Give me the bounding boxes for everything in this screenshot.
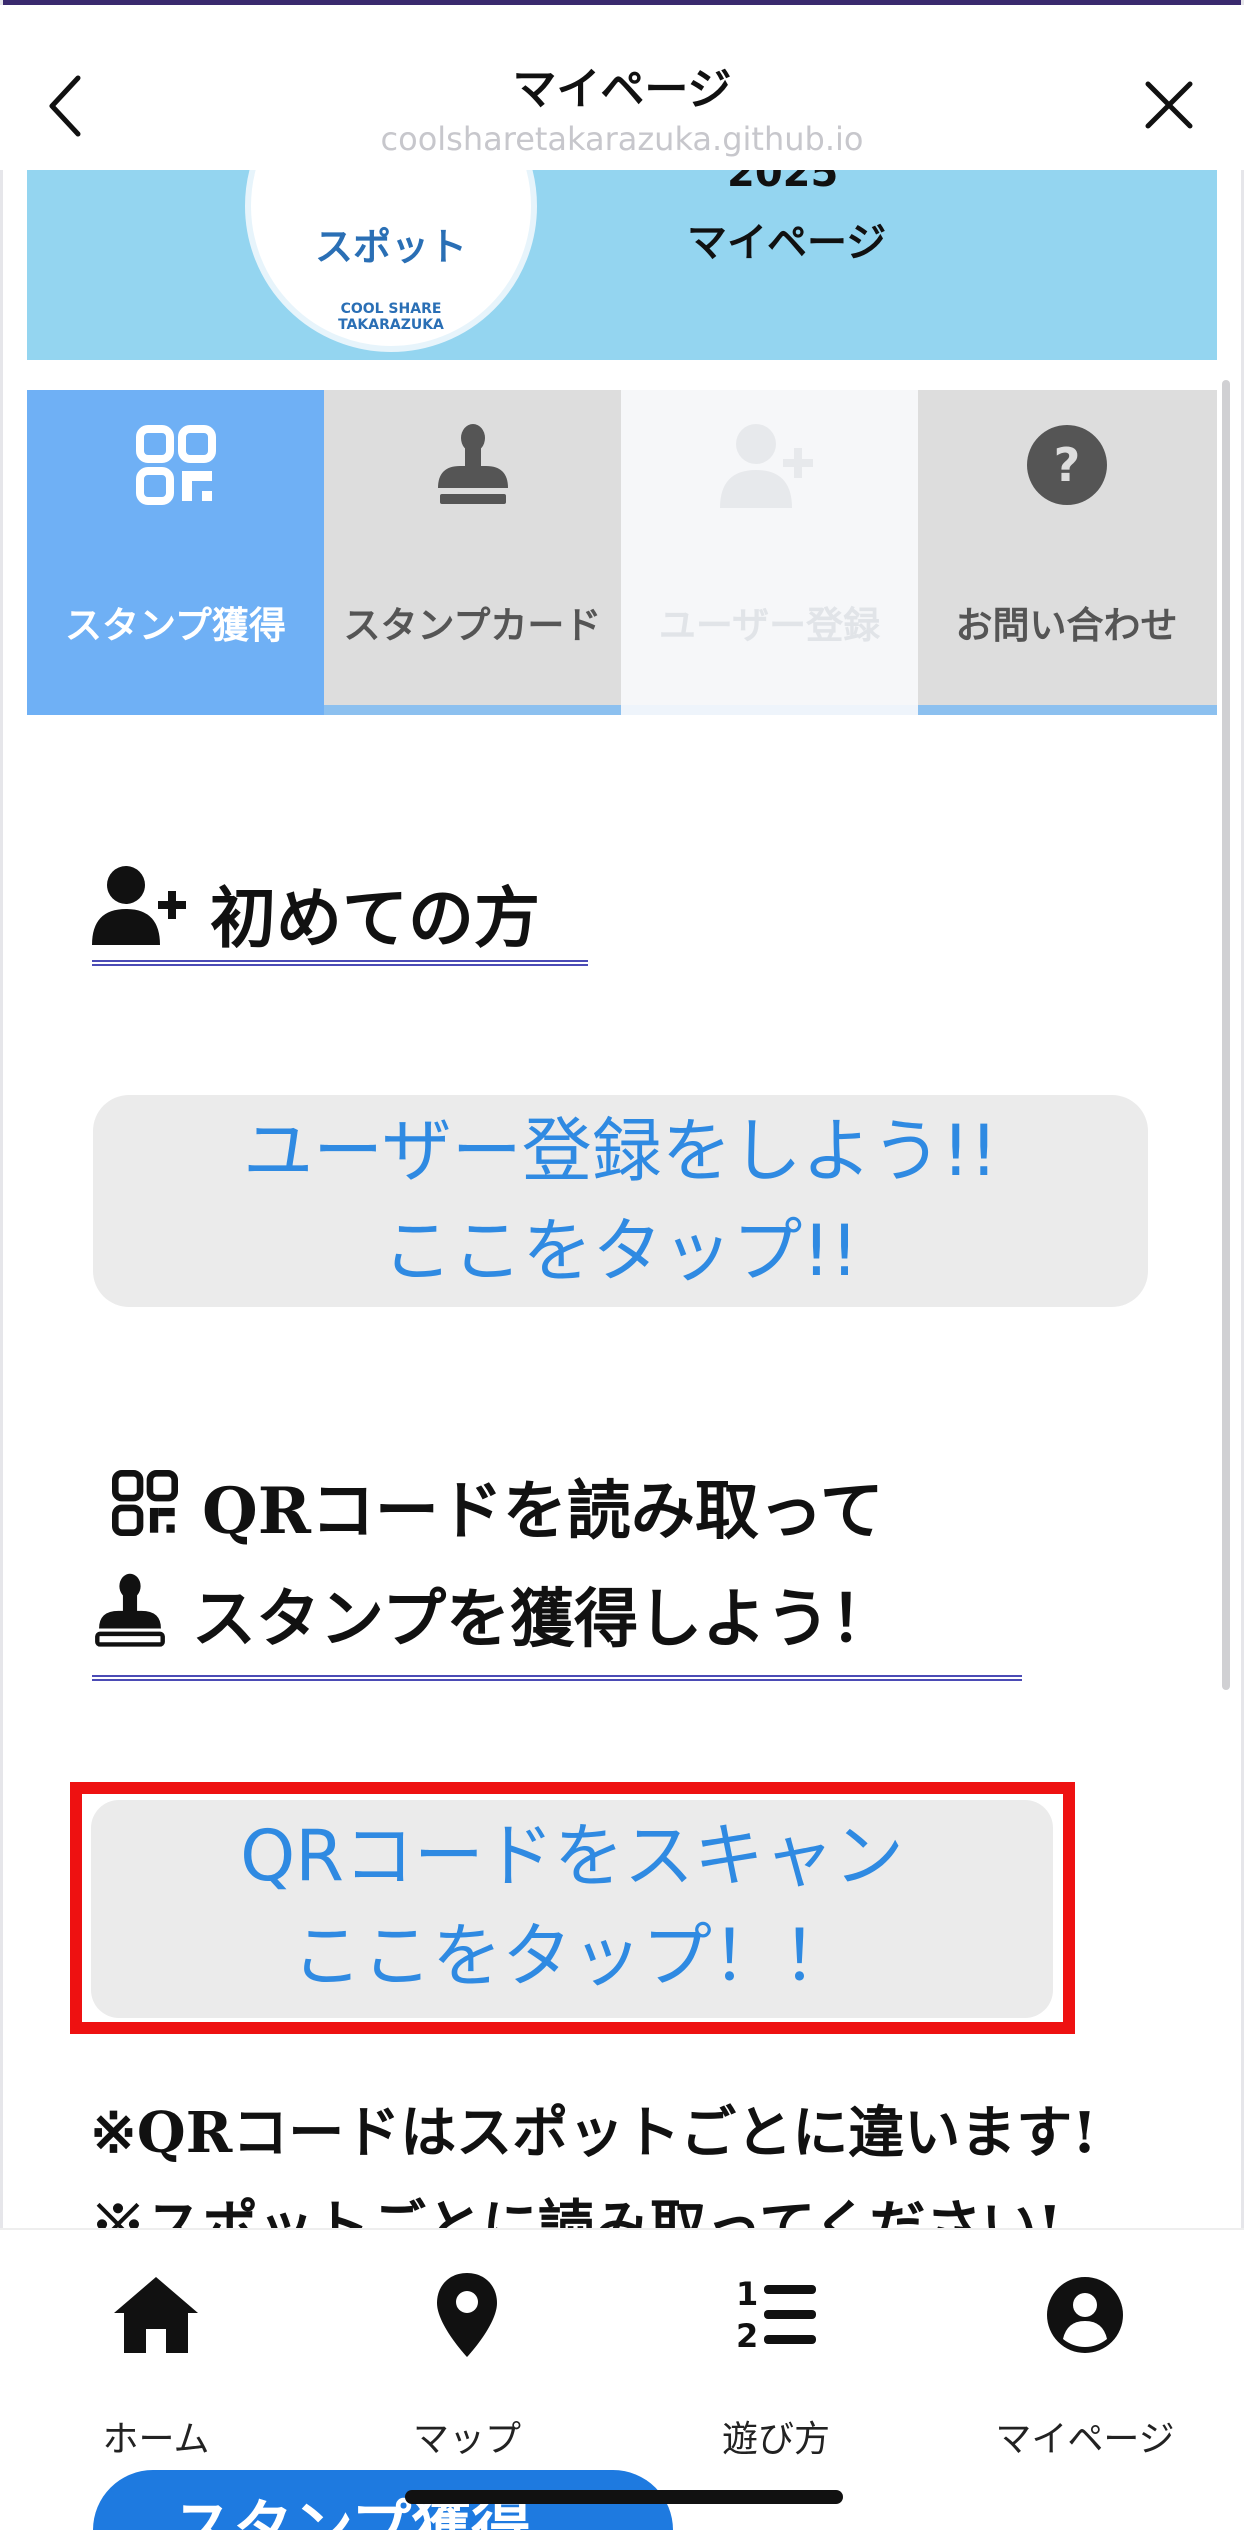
nav-label: ホーム	[102, 2419, 210, 2460]
register-button-line1: ユーザー登録をしよう!!	[243, 1110, 998, 1192]
nav-label: マイページ	[995, 2419, 1175, 2460]
stamp-icon	[324, 410, 621, 520]
nav-how-to-play[interactable]: 1 2 遊び方	[656, 2260, 896, 2460]
logo-text: スポット	[314, 225, 467, 269]
scan-qr-button[interactable]: QRコードをスキャン ここをタップ！！	[91, 1800, 1053, 2018]
register-button[interactable]: ユーザー登録をしよう!! ここをタップ!!	[93, 1095, 1148, 1307]
tab-bar: スタンプ獲得 スタンプカード ユーザー登録 ? お問い合わせ	[27, 390, 1217, 715]
list-icon: 1 2	[656, 2260, 896, 2370]
tab-stamp-get[interactable]: スタンプ獲得	[27, 390, 324, 715]
tab-label: お問い合わせ	[955, 603, 1178, 647]
first-time-heading: 初めての方	[92, 855, 588, 966]
stamp-icon	[95, 1573, 165, 1647]
tab-stamp-card[interactable]: スタンプカード	[324, 390, 621, 715]
cool-share-logo: スポット COOL SHARE TAKARAZUKA	[245, 170, 537, 352]
map-pin-icon	[347, 2260, 587, 2370]
logo-band: COOL SHARE TAKARAZUKA	[338, 301, 444, 333]
nav-home[interactable]: ホーム	[36, 2260, 276, 2460]
scan-button-line2: ここをタップ！！	[292, 1915, 852, 1997]
svg-text:1: 1	[736, 2275, 758, 2313]
qr-heading-text2: スタンプを獲得しよう！	[192, 1582, 895, 1657]
banner-title: マイページ	[687, 220, 887, 266]
qr-icon	[112, 1470, 178, 1536]
hero-banner: スポット COOL SHARE TAKARAZUKA 2025 マイページ	[27, 170, 1217, 360]
scan-button-line1: QRコードをスキャン	[240, 1815, 904, 1897]
scrollbar[interactable]	[1222, 380, 1230, 1690]
tab-label: スタンプ獲得	[65, 603, 286, 647]
qr-icon	[27, 410, 324, 520]
svg-text:2: 2	[736, 2317, 758, 2355]
first-time-heading-text: 初めての方	[210, 879, 540, 957]
nav-label: 遊び方	[721, 2419, 830, 2460]
question-icon: ?	[918, 410, 1215, 520]
banner-year: 2025	[727, 170, 839, 196]
user-plus-icon	[621, 410, 918, 520]
app-frame: マイページ coolsharetakarazuka.github.io スポット…	[0, 0, 1244, 2530]
home-icon	[36, 2260, 276, 2370]
tab-contact[interactable]: ? お問い合わせ	[918, 390, 1217, 715]
qr-heading: QRコードを読み取って スタンプを獲得しよう！	[92, 1440, 1022, 1681]
page-title: マイページ	[512, 64, 732, 115]
tab-label: スタンプカード	[343, 603, 602, 647]
user-circle-icon	[965, 2260, 1205, 2370]
note-text: ※QRコードはスポットごとに違います!	[90, 2100, 1097, 2166]
nav-label: マップ	[412, 2419, 521, 2460]
register-button-line2: ここをタップ!!	[382, 1210, 859, 1292]
home-indicator[interactable]	[405, 2490, 843, 2504]
svg-text:?: ?	[1053, 438, 1080, 492]
floating-button-label: スタンプ獲得	[173, 2494, 532, 2530]
close-icon	[1145, 81, 1193, 129]
tab-label: ユーザー登録	[658, 603, 881, 647]
nav-map[interactable]: マップ	[347, 2260, 587, 2460]
nav-my-page[interactable]: マイページ	[965, 2260, 1205, 2460]
user-plus-icon	[92, 865, 192, 953]
page-url: coolsharetakarazuka.github.io	[380, 120, 864, 158]
left-edge	[0, 0, 3, 2530]
close-button[interactable]	[1134, 70, 1204, 140]
browser-header: マイページ coolsharetakarazuka.github.io	[0, 5, 1244, 170]
tab-user-register[interactable]: ユーザー登録	[621, 390, 918, 715]
qr-heading-text1: QRコードを読み取って	[202, 1474, 884, 1549]
